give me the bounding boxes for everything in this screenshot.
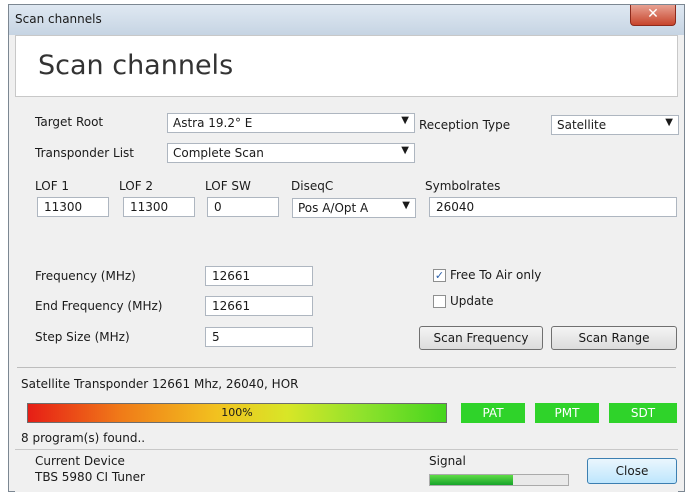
frequency-input[interactable]: 12661 bbox=[205, 266, 313, 286]
free-to-air-label: Free To Air only bbox=[450, 268, 542, 282]
progress-percent: 100% bbox=[221, 406, 253, 419]
chevron-down-icon: ▼ bbox=[402, 200, 410, 211]
target-root-label: Target Root bbox=[35, 115, 104, 129]
separator bbox=[17, 367, 676, 368]
current-device-value: TBS 5980 CI Tuner bbox=[35, 470, 145, 484]
pat-badge: PAT bbox=[461, 403, 525, 423]
end-frequency-input[interactable]: 12661 bbox=[205, 296, 313, 316]
lof2-input[interactable]: 11300 bbox=[123, 197, 195, 217]
signal-meter-fill bbox=[430, 475, 513, 485]
window-title: Scan channels bbox=[15, 12, 102, 26]
lof2-label: LOF 2 bbox=[119, 179, 154, 193]
transponder-list-value: Complete Scan bbox=[173, 146, 264, 160]
window-close-button[interactable]: ✕ bbox=[630, 5, 676, 26]
step-size-label: Step Size (MHz) bbox=[35, 330, 130, 344]
reception-type-select[interactable]: Satellite ▼ bbox=[551, 115, 679, 135]
step-size-input[interactable]: 5 bbox=[205, 327, 313, 347]
scan-progress-bar: 100% bbox=[27, 403, 447, 423]
close-button[interactable]: Close bbox=[587, 458, 677, 484]
sdt-badge: SDT bbox=[609, 403, 677, 423]
update-label: Update bbox=[450, 294, 494, 308]
current-device-label: Current Device bbox=[35, 454, 125, 468]
diseqc-value: Pos A/Opt A bbox=[298, 201, 369, 215]
scan-range-button[interactable]: Scan Range bbox=[551, 326, 677, 350]
target-root-value: Astra 19.2° E bbox=[173, 116, 253, 130]
free-to-air-checkbox[interactable]: ✓ bbox=[433, 269, 446, 282]
signal-meter bbox=[429, 474, 569, 486]
lof1-input[interactable]: 11300 bbox=[37, 197, 109, 217]
transponder-status-text: Satellite Transponder 12661 Mhz, 26040, … bbox=[21, 377, 299, 391]
target-root-select[interactable]: Astra 19.2° E ▼ bbox=[167, 113, 415, 133]
page-title: Scan channels bbox=[38, 50, 234, 81]
lof1-label: LOF 1 bbox=[35, 179, 70, 193]
diseqc-select[interactable]: Pos A/Opt A ▼ bbox=[292, 198, 416, 218]
scan-frequency-button[interactable]: Scan Frequency bbox=[419, 326, 543, 350]
transponder-list-select[interactable]: Complete Scan ▼ bbox=[167, 143, 415, 163]
lofsw-input[interactable]: 0 bbox=[207, 197, 279, 217]
frequency-label: Frequency (MHz) bbox=[35, 269, 136, 283]
scan-channels-window: Scan channels ✕ Scan channels Target Roo… bbox=[8, 4, 685, 492]
chevron-down-icon: ▼ bbox=[665, 117, 673, 128]
diseqc-label: DiseqC bbox=[291, 179, 334, 193]
end-frequency-label: End Frequency (MHz) bbox=[35, 299, 163, 313]
signal-label: Signal bbox=[429, 454, 466, 468]
page-header: Scan channels bbox=[15, 35, 678, 97]
symbolrates-label: Symbolrates bbox=[425, 179, 501, 193]
symbolrates-input[interactable]: 26040 bbox=[429, 197, 677, 217]
transponder-list-label: Transponder List bbox=[35, 146, 134, 160]
reception-type-label: Reception Type bbox=[419, 118, 511, 132]
reception-type-value: Satellite bbox=[557, 118, 607, 132]
programs-found-text: 8 program(s) found.. bbox=[21, 431, 146, 445]
chevron-down-icon: ▼ bbox=[401, 145, 409, 156]
chevron-down-icon: ▼ bbox=[401, 115, 409, 126]
pmt-badge: PMT bbox=[535, 403, 599, 423]
update-checkbox[interactable] bbox=[433, 295, 446, 308]
lofsw-label: LOF SW bbox=[205, 179, 251, 193]
title-bar: Scan channels ✕ bbox=[9, 5, 684, 35]
status-bar: Current Device TBS 5980 CI Tuner Signal … bbox=[15, 449, 678, 492]
